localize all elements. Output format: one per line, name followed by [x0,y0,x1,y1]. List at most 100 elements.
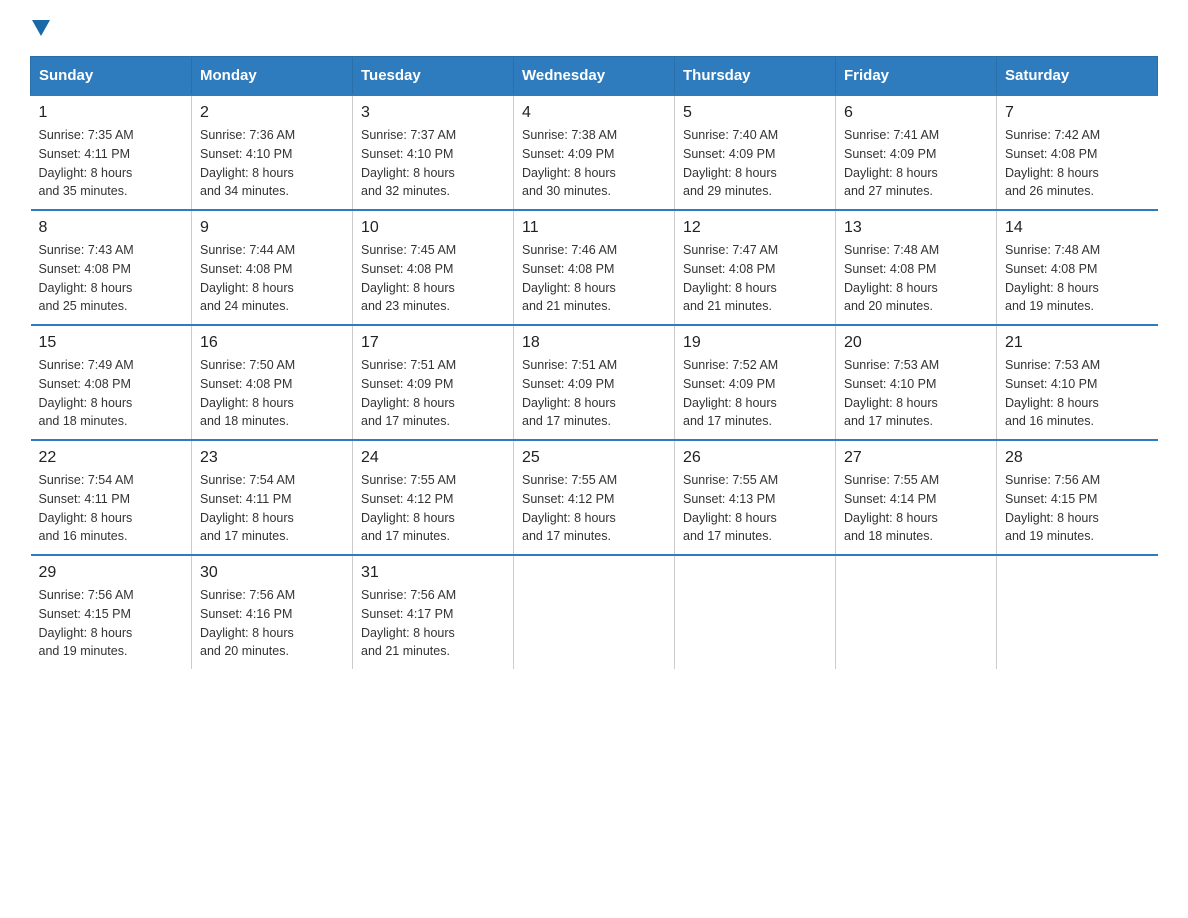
day-info: Sunrise: 7:56 AMSunset: 4:15 PMDaylight:… [39,586,184,661]
day-number: 26 [683,449,827,467]
calendar-cell: 4 Sunrise: 7:38 AMSunset: 4:09 PMDaylight… [514,95,675,210]
day-info: Sunrise: 7:48 AMSunset: 4:08 PMDaylight:… [844,241,988,316]
calendar-cell: 7 Sunrise: 7:42 AMSunset: 4:08 PMDaylight… [997,95,1158,210]
week-row-4: 22 Sunrise: 7:54 AMSunset: 4:11 PMDayligh… [31,440,1158,555]
day-number: 14 [1005,219,1150,237]
calendar-cell: 11 Sunrise: 7:46 AMSunset: 4:08 PMDayligh… [514,210,675,325]
day-number: 13 [844,219,988,237]
day-info: Sunrise: 7:54 AMSunset: 4:11 PMDaylight:… [39,471,184,546]
header-saturday: Saturday [997,57,1158,96]
day-number: 2 [200,104,344,122]
header-sunday: Sunday [31,57,192,96]
day-info: Sunrise: 7:52 AMSunset: 4:09 PMDaylight:… [683,356,827,431]
calendar-cell: 20 Sunrise: 7:53 AMSunset: 4:10 PMDayligh… [836,325,997,440]
calendar-cell: 3 Sunrise: 7:37 AMSunset: 4:10 PMDaylight… [353,95,514,210]
calendar-cell [514,555,675,669]
calendar-cell: 14 Sunrise: 7:48 AMSunset: 4:08 PMDayligh… [997,210,1158,325]
day-number: 15 [39,334,184,352]
week-row-2: 8 Sunrise: 7:43 AMSunset: 4:08 PMDaylight… [31,210,1158,325]
calendar-cell: 15 Sunrise: 7:49 AMSunset: 4:08 PMDayligh… [31,325,192,440]
calendar-table: SundayMondayTuesdayWednesdayThursdayFrid… [30,56,1158,669]
calendar-cell: 26 Sunrise: 7:55 AMSunset: 4:13 PMDayligh… [675,440,836,555]
day-number: 5 [683,104,827,122]
day-number: 20 [844,334,988,352]
day-number: 6 [844,104,988,122]
day-info: Sunrise: 7:36 AMSunset: 4:10 PMDaylight:… [200,126,344,201]
calendar-cell: 24 Sunrise: 7:55 AMSunset: 4:12 PMDayligh… [353,440,514,555]
day-number: 29 [39,564,184,582]
calendar-cell: 12 Sunrise: 7:47 AMSunset: 4:08 PMDayligh… [675,210,836,325]
day-number: 16 [200,334,344,352]
day-number: 22 [39,449,184,467]
day-info: Sunrise: 7:38 AMSunset: 4:09 PMDaylight:… [522,126,666,201]
week-row-5: 29 Sunrise: 7:56 AMSunset: 4:15 PMDayligh… [31,555,1158,669]
week-row-3: 15 Sunrise: 7:49 AMSunset: 4:08 PMDayligh… [31,325,1158,440]
calendar-cell [836,555,997,669]
day-number: 19 [683,334,827,352]
calendar-cell: 2 Sunrise: 7:36 AMSunset: 4:10 PMDaylight… [192,95,353,210]
day-info: Sunrise: 7:55 AMSunset: 4:12 PMDaylight:… [361,471,505,546]
header-wednesday: Wednesday [514,57,675,96]
day-number: 8 [39,219,184,237]
calendar-cell: 6Sunrise: 7:41 AMSunset: 4:09 PMDaylight… [836,95,997,210]
day-number: 17 [361,334,505,352]
day-number: 3 [361,104,505,122]
day-info: Sunrise: 7:47 AMSunset: 4:08 PMDaylight:… [683,241,827,316]
calendar-cell: 30Sunrise: 7:56 AMSunset: 4:16 PMDayligh… [192,555,353,669]
day-info: Sunrise: 7:37 AMSunset: 4:10 PMDaylight:… [361,126,505,201]
day-info: Sunrise: 7:48 AMSunset: 4:08 PMDaylight:… [1005,241,1150,316]
header-monday: Monday [192,57,353,96]
day-info: Sunrise: 7:35 AMSunset: 4:11 PMDaylight:… [39,126,184,201]
day-info: Sunrise: 7:45 AMSunset: 4:08 PMDaylight:… [361,241,505,316]
day-info: Sunrise: 7:54 AMSunset: 4:11 PMDaylight:… [200,471,344,546]
day-info: Sunrise: 7:56 AMSunset: 4:17 PMDaylight:… [361,586,505,661]
day-info: Sunrise: 7:49 AMSunset: 4:08 PMDaylight:… [39,356,184,431]
day-number: 7 [1005,104,1150,122]
day-number: 11 [522,219,666,237]
day-number: 9 [200,219,344,237]
weekday-header-row: SundayMondayTuesdayWednesdayThursdayFrid… [31,57,1158,96]
calendar-cell: 9 Sunrise: 7:44 AMSunset: 4:08 PMDaylight… [192,210,353,325]
day-number: 4 [522,104,666,122]
day-info: Sunrise: 7:50 AMSunset: 4:08 PMDaylight:… [200,356,344,431]
day-number: 28 [1005,449,1150,467]
day-info: Sunrise: 7:51 AMSunset: 4:09 PMDaylight:… [361,356,505,431]
day-info: Sunrise: 7:55 AMSunset: 4:14 PMDaylight:… [844,471,988,546]
week-row-1: 1 Sunrise: 7:35 AMSunset: 4:11 PMDaylight… [31,95,1158,210]
calendar-cell: 10Sunrise: 7:45 AMSunset: 4:08 PMDayligh… [353,210,514,325]
day-info: Sunrise: 7:53 AMSunset: 4:10 PMDaylight:… [1005,356,1150,431]
day-info: Sunrise: 7:44 AMSunset: 4:08 PMDaylight:… [200,241,344,316]
day-info: Sunrise: 7:55 AMSunset: 4:12 PMDaylight:… [522,471,666,546]
calendar-cell: 31 Sunrise: 7:56 AMSunset: 4:17 PMDayligh… [353,555,514,669]
header-tuesday: Tuesday [353,57,514,96]
day-info: Sunrise: 7:43 AMSunset: 4:08 PMDaylight:… [39,241,184,316]
header-thursday: Thursday [675,57,836,96]
calendar-cell: 21 Sunrise: 7:53 AMSunset: 4:10 PMDayligh… [997,325,1158,440]
day-number: 31 [361,564,505,582]
day-number: 24 [361,449,505,467]
calendar-cell: 18Sunrise: 7:51 AMSunset: 4:09 PMDayligh… [514,325,675,440]
calendar-cell: 8 Sunrise: 7:43 AMSunset: 4:08 PMDaylight… [31,210,192,325]
calendar-cell: 29 Sunrise: 7:56 AMSunset: 4:15 PMDayligh… [31,555,192,669]
calendar-cell: 25 Sunrise: 7:55 AMSunset: 4:12 PMDayligh… [514,440,675,555]
logo [30,20,52,36]
day-number: 25 [522,449,666,467]
header-friday: Friday [836,57,997,96]
day-info: Sunrise: 7:53 AMSunset: 4:10 PMDaylight:… [844,356,988,431]
day-number: 21 [1005,334,1150,352]
calendar-cell: 16 Sunrise: 7:50 AMSunset: 4:08 PMDayligh… [192,325,353,440]
day-info: Sunrise: 7:55 AMSunset: 4:13 PMDaylight:… [683,471,827,546]
day-number: 12 [683,219,827,237]
calendar-cell: 17 Sunrise: 7:51 AMSunset: 4:09 PMDayligh… [353,325,514,440]
calendar-cell: 5Sunrise: 7:40 AMSunset: 4:09 PMDaylight… [675,95,836,210]
day-number: 1 [39,104,184,122]
day-info: Sunrise: 7:46 AMSunset: 4:08 PMDaylight:… [522,241,666,316]
day-number: 27 [844,449,988,467]
day-info: Sunrise: 7:56 AMSunset: 4:15 PMDaylight:… [1005,471,1150,546]
logo-arrow-icon [32,20,50,36]
day-number: 23 [200,449,344,467]
day-info: Sunrise: 7:42 AMSunset: 4:08 PMDaylight:… [1005,126,1150,201]
day-number: 18 [522,334,666,352]
day-info: Sunrise: 7:56 AMSunset: 4:16 PMDaylight:… [200,586,344,661]
calendar-cell: 23 Sunrise: 7:54 AMSunset: 4:11 PMDayligh… [192,440,353,555]
